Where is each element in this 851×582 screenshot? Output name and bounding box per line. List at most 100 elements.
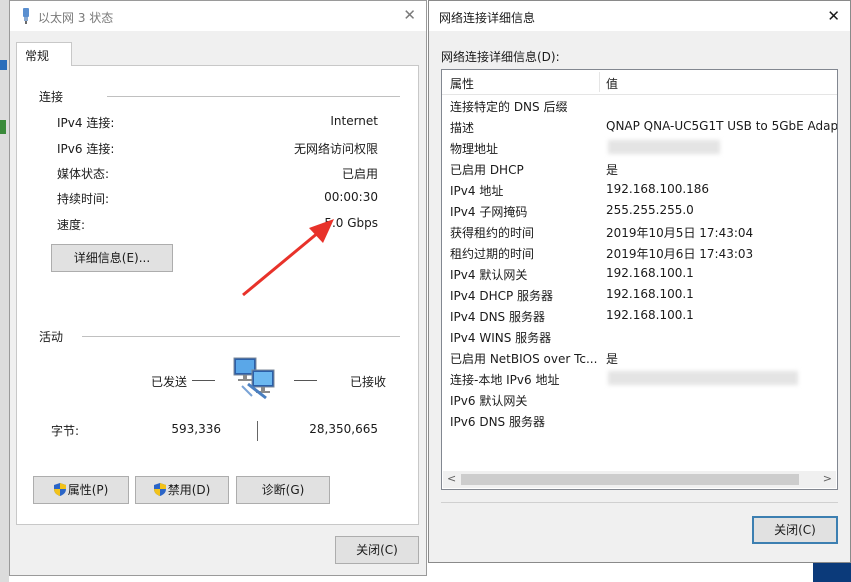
details-list[interactable]: 属性 值 连接特定的 DNS 后缀 描述 QNAP QNA-UC5G1T USB…	[441, 69, 838, 490]
value-cell: QNAP QNA-UC5G1T USB to 5GbE Adap	[606, 119, 838, 133]
list-item[interactable]: IPv6 默认网关	[442, 389, 837, 410]
list-item[interactable]: IPv4 DNS 服务器 192.168.100.1	[442, 305, 837, 326]
property-cell: 已启用 NetBIOS over Tc...	[450, 352, 598, 366]
title-bar[interactable]: 以太网 3 状态 ✕	[10, 1, 426, 31]
redacted-value	[608, 371, 798, 385]
general-tab-panel: 连接 IPv4 连接: Internet IPv6 连接: 无网络访问权限 媒体…	[16, 65, 419, 525]
value-cell: 是	[606, 163, 619, 177]
duration-label: 持续时间:	[57, 192, 110, 206]
column-separator[interactable]	[599, 72, 600, 92]
property-cell: 描述	[450, 121, 475, 135]
background-desktop-strip	[0, 0, 9, 582]
activity-section-label: 活动	[39, 330, 64, 344]
value-cell: 192.168.100.1	[606, 308, 694, 322]
list-item[interactable]: IPv4 子网掩码 255.255.255.0	[442, 200, 837, 221]
background-icon-fragment	[0, 60, 7, 70]
property-cell: IPv4 WINS 服务器	[450, 331, 552, 345]
property-cell: IPv4 DNS 服务器	[450, 310, 545, 324]
received-dash	[294, 380, 317, 381]
value-cell: 192.168.100.1	[606, 287, 694, 301]
list-item[interactable]: 获得租约的时间 2019年10月5日 17:43:04	[442, 221, 837, 242]
value-cell: 2019年10月6日 17:43:03	[606, 247, 754, 261]
property-cell: 物理地址	[450, 142, 499, 156]
property-cell: IPv4 DHCP 服务器	[450, 289, 554, 303]
received-label: 已接收	[350, 375, 387, 389]
redacted-value	[608, 140, 720, 154]
scrollbar-thumb[interactable]	[461, 474, 799, 485]
close-icon[interactable]: ✕	[403, 6, 416, 24]
connection-section-label: 连接	[39, 90, 64, 104]
uac-shield-icon	[53, 483, 66, 496]
annotation-arrow-icon	[242, 219, 334, 297]
window-title: 网络连接详细信息	[439, 11, 536, 25]
scroll-right-icon[interactable]: >	[823, 472, 832, 485]
close-icon[interactable]: ✕	[827, 7, 840, 25]
title-bar[interactable]: 网络连接详细信息 ✕	[429, 1, 850, 31]
media-state-value: 已启用	[341, 167, 378, 181]
list-item[interactable]: IPv4 默认网关 192.168.100.1	[442, 263, 837, 284]
bytes-label: 字节:	[51, 424, 80, 438]
section-divider	[107, 96, 400, 97]
ethernet-status-dialog: 以太网 3 状态 ✕ 常规 连接 IPv4 连接: Internet IPv6 …	[9, 0, 427, 576]
ipv4-connection-label: IPv4 连接:	[57, 116, 115, 130]
property-cell: IPv6 DNS 服务器	[450, 415, 545, 429]
value-cell: 2019年10月5日 17:43:04	[606, 226, 754, 240]
column-header-value[interactable]: 值	[606, 75, 618, 92]
close-button[interactable]: 关闭(C)	[752, 516, 838, 544]
details-list-label: 网络连接详细信息(D):	[441, 50, 560, 64]
property-cell: 连接特定的 DNS 后缀	[450, 100, 568, 114]
tab-general[interactable]: 常规	[16, 42, 72, 66]
network-adapter-icon	[23, 8, 29, 24]
properties-button-label: 属性(P)	[67, 483, 109, 497]
disable-button-label: 禁用(D)	[167, 483, 211, 497]
dialog-divider	[441, 502, 838, 503]
diagnose-button[interactable]: 诊断(G)	[236, 476, 330, 504]
properties-button[interactable]: 属性(P)	[33, 476, 129, 504]
sent-dash	[192, 380, 215, 381]
list-item[interactable]: 描述 QNAP QNA-UC5G1T USB to 5GbE Adap	[442, 116, 837, 137]
media-state-label: 媒体状态:	[57, 167, 110, 181]
close-button[interactable]: 关闭(C)	[335, 536, 419, 564]
property-cell: IPv4 默认网关	[450, 268, 528, 282]
property-cell: IPv4 地址	[450, 184, 504, 198]
value-cell: 192.168.100.1	[606, 266, 694, 280]
horizontal-scrollbar[interactable]: < >	[443, 471, 836, 488]
list-item[interactable]: IPv6 DNS 服务器	[442, 410, 837, 431]
bytes-separator	[257, 421, 258, 441]
property-cell: 租约过期的时间	[450, 247, 535, 261]
property-cell: IPv4 子网掩码	[450, 205, 528, 219]
uac-shield-icon	[153, 483, 166, 496]
ipv6-connection-value: 无网络访问权限	[293, 142, 378, 156]
value-cell: 是	[606, 352, 619, 366]
details-button[interactable]: 详细信息(E)...	[51, 244, 173, 272]
column-header-property[interactable]: 属性	[450, 75, 474, 92]
list-item[interactable]: 租约过期的时间 2019年10月6日 17:43:03	[442, 242, 837, 263]
network-details-dialog: 网络连接详细信息 ✕ 网络连接详细信息(D): 属性 值 连接特定的 DNS 后…	[428, 0, 851, 563]
speed-label: 速度:	[57, 218, 86, 232]
window-title: 以太网 3 状态	[38, 11, 114, 25]
list-item[interactable]: IPv4 DHCP 服务器 192.168.100.1	[442, 284, 837, 305]
list-item[interactable]: 物理地址	[442, 137, 837, 158]
property-cell: IPv6 默认网关	[450, 394, 528, 408]
bytes-received-value: 28,350,665	[309, 422, 378, 436]
value-cell: 255.255.255.0	[606, 203, 694, 217]
duration-value: 00:00:30	[324, 190, 378, 204]
list-item[interactable]: 连接特定的 DNS 后缀	[442, 95, 837, 116]
property-cell: 获得租约的时间	[450, 226, 535, 240]
disable-button[interactable]: 禁用(D)	[135, 476, 229, 504]
property-cell: 已启用 DHCP	[450, 163, 524, 177]
list-item[interactable]: 已启用 NetBIOS over Tc... 是	[442, 347, 837, 368]
list-item[interactable]: 连接-本地 IPv6 地址	[442, 368, 837, 389]
list-item[interactable]: IPv4 地址 192.168.100.186	[442, 179, 837, 200]
background-icon-fragment	[0, 120, 6, 134]
section-divider	[82, 336, 400, 337]
value-cell: 192.168.100.186	[606, 182, 710, 196]
list-header: 属性 值	[442, 70, 837, 95]
scroll-left-icon[interactable]: <	[447, 472, 456, 485]
ipv4-connection-value: Internet	[330, 114, 378, 128]
list-item[interactable]: IPv4 WINS 服务器	[442, 326, 837, 347]
bytes-sent-value: 593,336	[171, 422, 221, 436]
tab-general-label: 常规	[25, 49, 50, 63]
list-item[interactable]: 已启用 DHCP 是	[442, 158, 837, 179]
property-cell: 连接-本地 IPv6 地址	[450, 373, 560, 387]
